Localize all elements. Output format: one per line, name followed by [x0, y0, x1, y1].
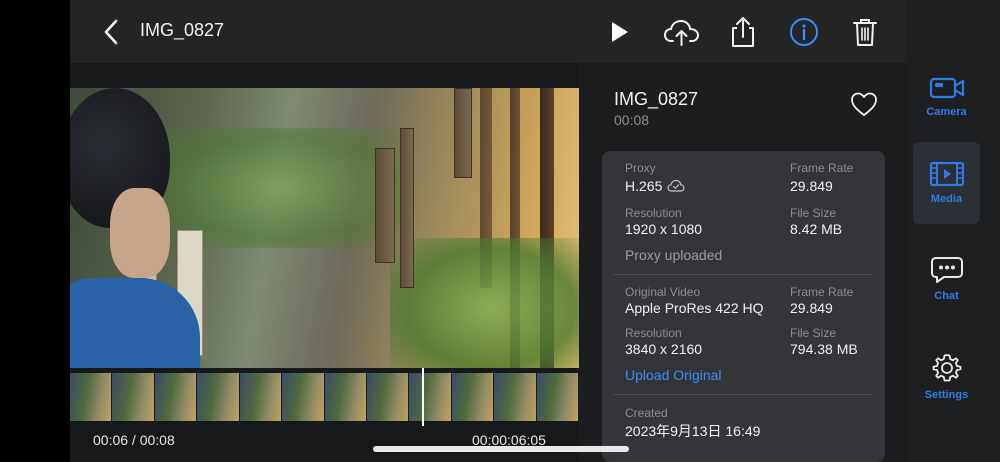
media-icon: [929, 161, 964, 187]
info-button[interactable]: [784, 12, 824, 52]
nav-item-camera[interactable]: Camera: [913, 56, 980, 138]
proxy-value-row: H.265: [625, 178, 685, 194]
favorite-button[interactable]: [849, 89, 879, 119]
divider: [613, 274, 873, 275]
proxy-resolution-label: Resolution: [625, 206, 682, 220]
proxy-frame-rate-value: 29.849: [790, 178, 833, 194]
chat-icon: [930, 257, 963, 283]
original-video-value: Apple ProRes 422 HQ: [625, 300, 764, 316]
playback-position: 00:06 / 00:08: [93, 432, 175, 448]
original-resolution-label: Resolution: [625, 326, 682, 340]
camera-icon: [929, 77, 964, 99]
proxy-status: Proxy uploaded: [625, 247, 723, 263]
proxy-file-size-label: File Size: [790, 206, 837, 220]
play-icon: [612, 22, 628, 42]
back-button[interactable]: [100, 18, 124, 46]
original-resolution-value: 3840 x 2160: [625, 341, 703, 357]
side-navigation: Camera Media Chat Settings: [907, 0, 1000, 462]
nav-label-camera: Camera: [926, 106, 967, 118]
created-value: 2023年9月13日 16:49: [625, 423, 761, 439]
proxy-resolution-value: 1920 x 1080: [625, 221, 703, 237]
upload-original-link[interactable]: Upload Original: [625, 367, 722, 383]
original-frame-rate-label: Frame Rate: [790, 285, 854, 299]
cloud-upload-icon: [663, 19, 700, 46]
top-toolbar: IMG_0827: [70, 0, 907, 63]
play-button[interactable]: [600, 12, 640, 52]
nav-item-settings[interactable]: Settings: [913, 336, 980, 418]
created-label: Created: [625, 406, 668, 420]
proxy-file-size-value: 8.42 MB: [790, 221, 843, 237]
share-button[interactable]: [723, 12, 763, 52]
share-icon: [732, 17, 754, 47]
nav-item-media[interactable]: Media: [913, 142, 980, 224]
nav-label-chat: Chat: [934, 290, 959, 302]
original-frame-rate-value: 29.849: [790, 300, 833, 316]
chevron-left-icon: [104, 19, 118, 45]
filmstrip-timeline[interactable]: [70, 373, 580, 421]
trash-icon: [853, 19, 877, 46]
proxy-frame-rate-label: Frame Rate: [790, 161, 854, 175]
playhead[interactable]: [422, 368, 424, 426]
clip-name: IMG_0827: [614, 89, 699, 109]
gear-icon: [932, 354, 961, 382]
original-file-size-value: 794.38 MB: [790, 341, 858, 357]
original-file-size-label: File Size: [790, 326, 837, 340]
clip-info-panel: IMG_0827 00:08 Proxy H.265 Frame Rate 29…: [579, 63, 907, 462]
nav-label-media: Media: [930, 193, 963, 205]
metadata-card: Proxy H.265 Frame Rate 29.849 Resolution…: [602, 151, 885, 462]
video-frame[interactable]: [70, 88, 579, 368]
divider: [613, 394, 873, 395]
video-preview-area: 00:06 / 00:08 00:00:06:05: [70, 63, 580, 462]
page-title: IMG_0827: [140, 20, 225, 40]
heart-icon: [851, 92, 877, 116]
home-indicator[interactable]: [373, 446, 629, 452]
clip-duration: 00:08: [614, 112, 650, 128]
proxy-value: H.265: [625, 178, 663, 194]
cloud-upload-button[interactable]: [662, 12, 702, 52]
proxy-label: Proxy: [625, 161, 656, 175]
delete-button[interactable]: [845, 12, 885, 52]
nav-label-settings: Settings: [924, 389, 969, 401]
info-icon: [790, 18, 818, 46]
nav-item-chat[interactable]: Chat: [913, 238, 980, 320]
cloud-check-icon: [667, 179, 685, 192]
original-video-label: Original Video: [625, 285, 701, 299]
